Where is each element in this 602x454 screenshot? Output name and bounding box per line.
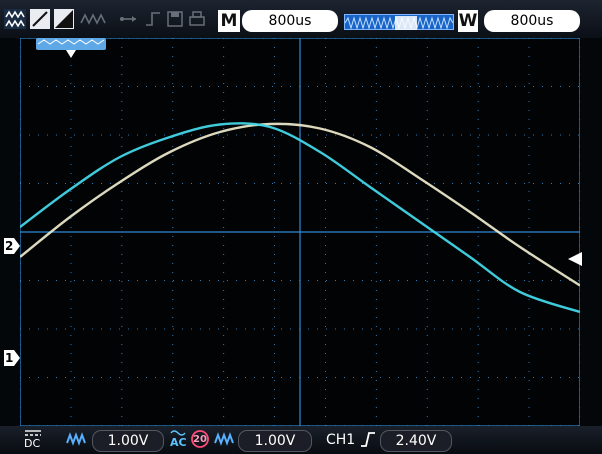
- ch2-marker-label: 2: [5, 239, 14, 253]
- ch2-scale[interactable]: 1.00V: [238, 430, 312, 452]
- waveform-display[interactable]: [19, 37, 581, 427]
- time-base-value[interactable]: 800us: [242, 10, 338, 32]
- ch1-waveform-icon: [66, 432, 86, 446]
- trigger-level-marker[interactable]: [568, 252, 582, 266]
- trigger-position-marker[interactable]: [36, 38, 106, 60]
- window-value[interactable]: 800us: [484, 10, 580, 32]
- save-icon[interactable]: [166, 9, 184, 29]
- acquire-icon[interactable]: [80, 9, 108, 29]
- display-mode-icon[interactable]: [30, 9, 50, 29]
- intensity-icon[interactable]: [54, 9, 74, 29]
- dc-coupling-icon: [25, 430, 41, 436]
- ch1-marker-label: 1: [5, 351, 14, 365]
- time-base-indicator: M: [218, 10, 240, 32]
- print-icon[interactable]: [188, 9, 206, 29]
- window-indicator: W: [458, 10, 478, 32]
- usb-icon[interactable]: [118, 9, 138, 29]
- rising-edge-icon: [361, 432, 375, 447]
- waveform-plot: [19, 37, 581, 427]
- ch1-coupling: DC: [24, 437, 41, 450]
- ac-wave-icon: [170, 430, 186, 436]
- trigger-source: CH1: [326, 432, 356, 448]
- ch2-bandwidth-label: 20: [193, 434, 207, 445]
- ch1-scale[interactable]: 1.00V: [92, 430, 164, 452]
- waveform-display-icon[interactable]: [4, 9, 26, 29]
- trigger-mode-icon[interactable]: [144, 9, 162, 29]
- ch2-coupling-ac: AC: [170, 436, 187, 449]
- memory-waveform-icon: [344, 16, 454, 30]
- ch2-waveform-icon: [214, 432, 234, 446]
- memory-depth-indicator: [344, 14, 454, 30]
- trigger-level[interactable]: 2.40V: [380, 430, 452, 452]
